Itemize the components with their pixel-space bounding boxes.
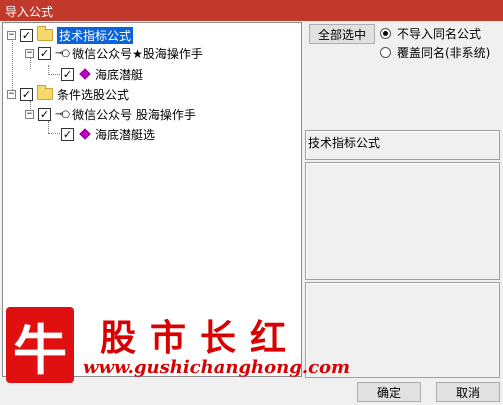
checkbox-stock-selection[interactable]: ✓ (20, 87, 33, 101)
checkbox-author-2[interactable]: ✓ (38, 107, 51, 121)
tree-node-label[interactable]: 微信公众号★股海操作手 (72, 45, 203, 62)
tree-node-formula-2[interactable]: ✓ 海底潜艇选 (61, 125, 155, 143)
radio-label: 覆盖同名(非系统) (397, 46, 491, 60)
key-icon: ⊸○ (55, 47, 70, 59)
watermark: 牛 股市长红 www.gushichanghong.com (0, 305, 350, 385)
tree-connector (48, 133, 60, 134)
checkbox-author-1[interactable]: ✓ (38, 46, 51, 60)
radio-selected-icon[interactable] (380, 28, 391, 39)
folder-icon (37, 26, 53, 41)
collapse-icon[interactable]: − (25, 109, 34, 119)
tree-node-author-1[interactable]: − ✓ ⊸○ 微信公众号★股海操作手 (25, 44, 203, 62)
ok-button[interactable]: 确定 (357, 382, 421, 402)
radio-label: 不导入同名公式 (397, 27, 482, 41)
watermark-brand: 股市长红 (100, 317, 301, 359)
formula-icon (79, 68, 91, 80)
radio-overwrite[interactable]: 覆盖同名(非系统) (380, 44, 490, 61)
watermark-url: www.gushichanghong.com (83, 357, 351, 378)
dialog-title: 导入公式 (0, 0, 503, 21)
folder-icon (37, 85, 53, 100)
tree-node-label[interactable]: 条件选股公式 (57, 86, 129, 103)
collapse-icon[interactable]: − (7, 30, 16, 40)
watermark-logo: 牛 (6, 307, 74, 383)
checkbox-formula-1[interactable]: ✓ (61, 67, 74, 81)
collapse-icon[interactable]: − (7, 89, 16, 99)
tree-node-formula-1[interactable]: ✓ 海底潜艇 (61, 65, 143, 83)
tree-node-label[interactable]: 微信公众号 股海操作手 (72, 106, 196, 123)
cancel-button[interactable]: 取消 (436, 382, 500, 402)
tree-node-stock-selection[interactable]: − ✓ 条件选股公式 (7, 85, 129, 103)
tree-node-tech-indicators[interactable]: − ✓ 技术指标公式 (7, 26, 134, 44)
select-all-button[interactable]: 全部选中 (309, 24, 375, 44)
formula-icon (79, 128, 91, 140)
tree-node-label[interactable]: 技术指标公式 (57, 26, 134, 44)
key-icon: ⊸○ (55, 108, 70, 120)
tree-connector (48, 74, 60, 75)
tree-node-label[interactable]: 海底潜艇选 (95, 126, 155, 143)
formula-type-panel: 技术指标公式 (305, 130, 500, 160)
tree-node-author-2[interactable]: − ✓ ⊸○ 微信公众号 股海操作手 (25, 105, 196, 123)
radio-no-import[interactable]: 不导入同名公式 (380, 25, 481, 42)
checkbox-tech-indicators[interactable]: ✓ (20, 28, 33, 42)
tree-node-label[interactable]: 海底潜艇 (95, 66, 143, 83)
formula-type-label: 技术指标公式 (308, 136, 381, 150)
checkbox-formula-2[interactable]: ✓ (61, 127, 74, 141)
collapse-icon[interactable]: − (25, 48, 34, 58)
radio-empty-icon[interactable] (380, 47, 391, 58)
formula-description-panel (305, 162, 500, 280)
